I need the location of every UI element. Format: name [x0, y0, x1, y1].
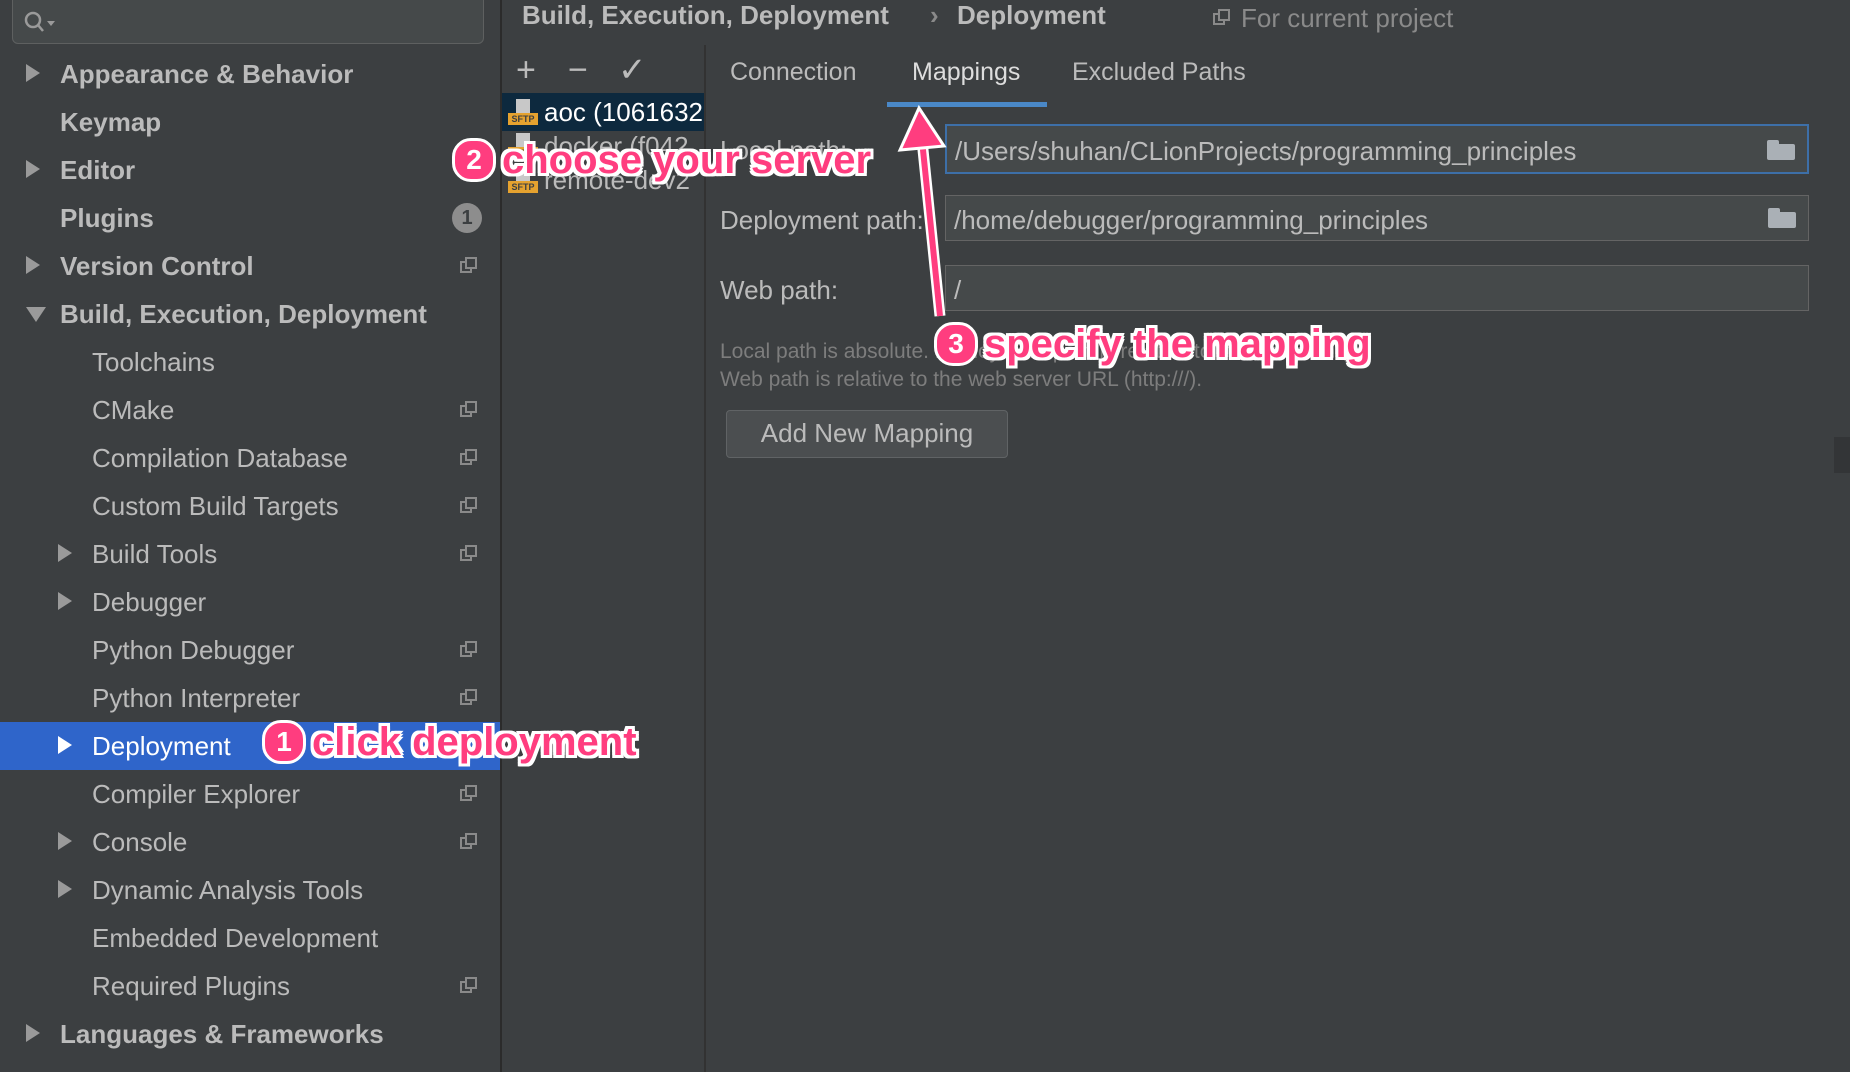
sidebar-item-console[interactable]: Console	[0, 818, 500, 866]
sidebar-item-python-interpreter[interactable]: Python Interpreter	[0, 674, 500, 722]
help-text-line2: Web path is relative to the web server U…	[720, 368, 1203, 391]
sidebar-item-label: Deployment	[92, 731, 231, 761]
update-count-badge: 1	[452, 203, 482, 233]
sidebar-item-embedded-development[interactable]: Embedded Development	[0, 914, 500, 962]
sidebar-item-label: Required Plugins	[92, 971, 291, 1001]
sidebar-item-label: Version Control	[60, 251, 254, 281]
copy-icon	[460, 689, 478, 707]
server-list-item[interactable]: SFTP aoc (1061632	[502, 93, 704, 131]
sidebar-item-label: CMake	[92, 395, 175, 425]
sidebar-item-label: Plugins	[60, 203, 154, 233]
sidebar-item-build-tools[interactable]: Build Tools	[0, 530, 500, 578]
sidebar-item-label: Appearance & Behavior	[60, 59, 354, 89]
sidebar-item-label: Build Tools	[92, 539, 218, 569]
sidebar-item-label: Custom Build Targets	[92, 491, 339, 521]
annotation-step-1: 1 click deployment	[262, 720, 637, 765]
copy-icon	[1213, 9, 1231, 27]
copy-icon	[460, 833, 478, 851]
add-server-button[interactable]: +	[516, 53, 536, 87]
sidebar-item-languages-frameworks[interactable]: Languages & Frameworks	[0, 1010, 500, 1058]
chevron-down-icon[interactable]	[26, 307, 46, 322]
copy-icon	[460, 977, 478, 995]
active-tab-indicator	[887, 102, 1047, 107]
local-path-value: /Users/shuhan/CLionProjects/programming_…	[955, 136, 1577, 166]
copy-icon	[460, 257, 478, 275]
sidebar-item-required-plugins[interactable]: Required Plugins	[0, 962, 500, 1010]
settings-sidebar: Appearance & Behavior Keymap Editor Plugins…	[0, 0, 502, 1072]
tab-mappings[interactable]: Mappings	[912, 58, 1020, 87]
breadcrumb-current: Deployment	[957, 0, 1106, 30]
tab-excluded-paths[interactable]: Excluded Paths	[1072, 58, 1246, 87]
sidebar-item-label: Toolchains	[92, 347, 215, 377]
server-list-panel: + − ✓ SFTP aoc (1061632 SFTP docker (f042 SF…	[502, 45, 706, 1072]
deployment-path-value: /home/debugger/programming_principles	[954, 205, 1429, 235]
search-input[interactable]	[12, 0, 484, 44]
sidebar-item-debugger[interactable]: Debugger	[0, 578, 500, 626]
copy-icon	[460, 641, 478, 659]
web-path-value: /	[954, 275, 962, 305]
sidebar-item-keymap[interactable]: Keymap	[0, 98, 500, 146]
sidebar-item-cmake[interactable]: CMake	[0, 386, 500, 434]
apply-default-button[interactable]: ✓	[618, 53, 647, 87]
chevron-right-icon[interactable]	[26, 256, 40, 274]
sidebar-item-label: Build, Execution, Deployment	[60, 299, 427, 329]
copy-icon	[460, 497, 478, 515]
annotation-step-2: 2 choose your server	[452, 138, 871, 183]
scrollbar[interactable]	[1834, 437, 1850, 473]
chevron-right-icon[interactable]	[58, 736, 72, 754]
add-new-mapping-button[interactable]: Add New Mapping	[726, 410, 1008, 458]
chevron-right-icon[interactable]	[26, 160, 40, 178]
chevron-right-icon[interactable]	[58, 832, 72, 850]
folder-icon[interactable]	[1767, 140, 1797, 160]
sidebar-item-label: Console	[92, 827, 188, 857]
breadcrumb-separator-icon: ›	[930, 0, 939, 30]
annotation-step-3: 3 specify the mapping	[934, 322, 1371, 367]
search-icon	[24, 11, 55, 32]
remove-server-button[interactable]: −	[568, 53, 588, 87]
copy-icon	[460, 785, 478, 803]
sidebar-item-label: Python Debugger	[92, 635, 295, 665]
sftp-server-icon: SFTP	[508, 99, 538, 127]
local-path-field[interactable]: /Users/shuhan/CLionProjects/programming_…	[945, 124, 1809, 174]
sidebar-item-label: Dynamic Analysis Tools	[92, 875, 364, 905]
sidebar-item-appearance-behavior[interactable]: Appearance & Behavior	[0, 50, 500, 98]
sidebar-item-label: Keymap	[60, 107, 162, 137]
deployment-path-label: Deployment path:	[720, 205, 924, 235]
sidebar-item-compilation-database[interactable]: Compilation Database	[0, 434, 500, 482]
sidebar-item-toolchains[interactable]: Toolchains	[0, 338, 500, 386]
sidebar-item-python-debugger[interactable]: Python Debugger	[0, 626, 500, 674]
sidebar-item-label: Editor	[60, 155, 136, 185]
chevron-right-icon[interactable]	[26, 1024, 40, 1042]
sftp-tag: SFTP	[508, 113, 538, 125]
deployment-path-field[interactable]: /home/debugger/programming_principles	[945, 195, 1809, 241]
sidebar-item-compiler-explorer[interactable]: Compiler Explorer	[0, 770, 500, 818]
sidebar-item-label: Languages & Frameworks	[60, 1019, 384, 1049]
copy-icon	[460, 401, 478, 419]
sidebar-item-editor[interactable]: Editor	[0, 146, 500, 194]
sidebar-item-label: Debugger	[92, 587, 207, 617]
sidebar-item-version-control[interactable]: Version Control	[0, 242, 500, 290]
server-name: aoc (1061632	[544, 97, 704, 127]
chevron-right-icon[interactable]	[58, 544, 72, 562]
chevron-right-icon[interactable]	[26, 64, 40, 82]
sidebar-item-plugins[interactable]: Plugins 1	[0, 194, 500, 242]
project-scope-label: For current project	[1213, 3, 1453, 34]
folder-icon[interactable]	[1768, 208, 1798, 228]
sidebar-item-dynamic-analysis-tools[interactable]: Dynamic Analysis Tools	[0, 866, 500, 914]
sidebar-item-label: Compilation Database	[92, 443, 348, 473]
sidebar-item-build-execution-deployment[interactable]: Build, Execution, Deployment	[0, 290, 500, 338]
copy-icon	[460, 449, 478, 467]
chevron-right-icon[interactable]	[58, 880, 72, 898]
sidebar-item-label: Embedded Development	[92, 923, 379, 953]
tab-connection[interactable]: Connection	[730, 58, 856, 87]
web-path-field[interactable]: /	[945, 265, 1809, 311]
copy-icon	[460, 545, 478, 563]
chevron-right-icon[interactable]	[58, 592, 72, 610]
sidebar-item-label: Python Interpreter	[92, 683, 301, 713]
sidebar-item-custom-build-targets[interactable]: Custom Build Targets	[0, 482, 500, 530]
sidebar-item-label: Compiler Explorer	[92, 779, 301, 809]
scope-text: For current project	[1241, 3, 1454, 33]
breadcrumb-parent[interactable]: Build, Execution, Deployment	[522, 0, 889, 31]
web-path-label: Web path:	[720, 275, 839, 305]
